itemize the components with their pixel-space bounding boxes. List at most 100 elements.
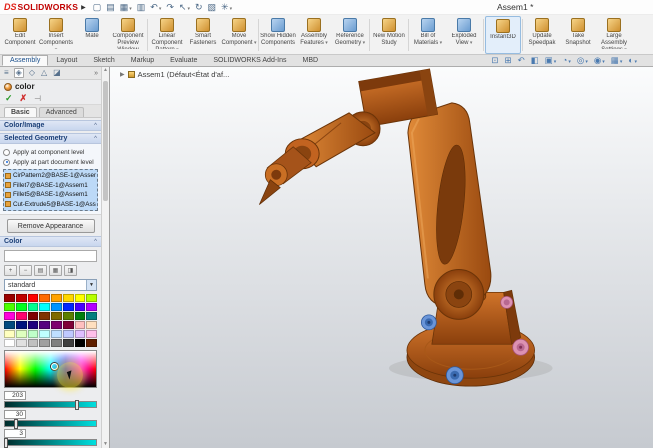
new-icon[interactable]: ▢ — [93, 3, 102, 12]
tab-markup[interactable]: Markup — [123, 55, 162, 66]
geometry-list-item[interactable]: CirPattern2@BASE-1@Assem1 — [5, 171, 96, 181]
slider-value[interactable]: 30 — [4, 410, 26, 419]
color-swatch[interactable] — [51, 339, 62, 347]
color-swatch[interactable] — [51, 330, 62, 338]
display-style-icon[interactable]: ◔▾ — [562, 56, 571, 65]
options-icon[interactable]: ✳▾ — [221, 3, 232, 12]
delete-favorite-button[interactable]: − — [19, 265, 32, 276]
tab-mbd[interactable]: MBD — [295, 55, 327, 66]
color-swatch[interactable] — [28, 321, 39, 329]
remove-appearance-button[interactable]: Remove Appearance — [7, 219, 95, 233]
panel-scrollbar[interactable]: ▲ ▼ — [101, 67, 109, 448]
color-swatch[interactable] — [63, 303, 74, 311]
featuremanager-tree-tab[interactable]: ≡ — [3, 69, 10, 77]
configurationmanager-tab[interactable]: ◇ — [28, 69, 36, 77]
undo-icon[interactable]: ↶▾ — [150, 3, 161, 12]
color-swatch[interactable] — [63, 330, 74, 338]
update-speedpak-button[interactable]: Update Speedpak — [524, 16, 560, 54]
exploded-view-button[interactable]: Exploded View ▾ — [446, 16, 482, 54]
add-favorite-button[interactable]: + — [4, 265, 17, 276]
color-swatch[interactable] — [16, 312, 27, 320]
mate-button[interactable]: Mate — [74, 16, 110, 54]
section-selected-geometry[interactable]: Selected Geometry ^ — [0, 133, 101, 144]
tab-advanced[interactable]: Advanced — [39, 107, 84, 117]
rebuild-icon[interactable]: ↻ — [195, 3, 203, 12]
more-tabs-arrow-icon[interactable]: » — [94, 70, 98, 77]
move-component-button[interactable]: Move Component ▾ — [221, 16, 257, 54]
color-swatch[interactable] — [4, 312, 15, 320]
color-swatch[interactable] — [16, 321, 27, 329]
pin-button[interactable]: ⊣ — [34, 94, 41, 103]
open-icon[interactable]: ▤ — [106, 3, 115, 12]
expand-tree-arrow-icon[interactable]: ▶ — [120, 71, 125, 78]
color-swatch[interactable] — [75, 303, 86, 311]
tab-layout[interactable]: Layout — [48, 55, 85, 66]
section-view-icon[interactable]: ◧ — [531, 56, 539, 65]
color-swatch[interactable] — [39, 294, 50, 302]
reference-geometry-button[interactable]: Reference Geometry ▾ — [332, 16, 368, 54]
slider-track[interactable] — [4, 420, 97, 427]
select-icon[interactable]: ↖▾ — [179, 3, 190, 12]
print-icon[interactable]: ▥ — [137, 3, 146, 12]
color-swatch[interactable] — [28, 303, 39, 311]
tab-solidworks-add-ins[interactable]: SOLIDWORKS Add-Ins — [205, 55, 294, 66]
slider-value[interactable]: 203 — [4, 391, 26, 400]
scrollbar-thumb[interactable] — [103, 81, 108, 201]
assembly-tree-label[interactable]: Assem1 (Défaut<État d'af... — [138, 70, 230, 79]
color-swatch[interactable] — [39, 303, 50, 311]
color-swatch[interactable] — [4, 321, 15, 329]
color-swatch[interactable] — [86, 339, 97, 347]
color-swatch[interactable] — [16, 294, 27, 302]
geometry-list-item[interactable]: Fillet7@BASE-1@Assem1 — [5, 181, 96, 191]
graphics-area[interactable]: ▶ Assem1 (Défaut<État d'af... — [110, 67, 653, 448]
color-swatch[interactable] — [51, 294, 62, 302]
scroll-up-arrow-icon[interactable]: ▲ — [102, 67, 109, 74]
color-swatch[interactable] — [4, 303, 15, 311]
menu-expand-arrow-icon[interactable]: ▶ — [81, 4, 86, 11]
section-color-image[interactable]: Color/Image ^ — [0, 120, 101, 131]
section-color[interactable]: Color ^ — [0, 236, 101, 247]
color-swatch[interactable] — [75, 330, 86, 338]
slider-thumb[interactable] — [4, 438, 8, 448]
color-swatch[interactable] — [86, 303, 97, 311]
color-swatch[interactable] — [4, 294, 15, 302]
previous-view-icon[interactable]: ↶ — [518, 56, 525, 65]
linear-component-pattern-button[interactable]: Linear Component Pattern ▾ — [149, 16, 185, 54]
color-swatch[interactable] — [4, 330, 15, 338]
slider-thumb[interactable] — [14, 419, 18, 429]
view-orientation-icon[interactable]: ▣▾ — [545, 56, 557, 65]
geometry-list-item[interactable]: Cut-Extrude5@BASE-1@Assem1 — [5, 200, 96, 210]
swatch-set-dropdown[interactable]: standard ▼ — [4, 279, 97, 291]
color-swatch[interactable] — [51, 312, 62, 320]
tab-basic[interactable]: Basic — [4, 107, 37, 117]
save-icon[interactable]: ▦▾ — [120, 3, 132, 12]
large-assembly-settings-button[interactable]: Large Assembly Settings ▾ — [596, 16, 632, 54]
color-swatch[interactable] — [16, 303, 27, 311]
color-swatch[interactable] — [4, 339, 15, 347]
color-swatch[interactable] — [28, 330, 39, 338]
bolt-pink-2[interactable] — [501, 296, 513, 308]
color-swatch[interactable] — [86, 312, 97, 320]
selected-geometry-list[interactable]: CirPattern2@BASE-1@Assem1Fillet7@BASE-1@… — [3, 169, 98, 211]
new-motion-study-button[interactable]: New Motion Study — [371, 16, 407, 54]
feature-tree-flyout[interactable]: ▶ Assem1 (Défaut<État d'af... — [120, 70, 229, 79]
show-hidden-components-button[interactable]: Show Hidden Components — [260, 16, 296, 54]
color-swatch[interactable] — [86, 321, 97, 329]
tab-assembly[interactable]: Assembly — [2, 55, 48, 66]
view-settings-icon[interactable]: ◐▾ — [628, 56, 637, 65]
slider-value[interactable]: 3 — [4, 429, 26, 438]
smart-fasteners-button[interactable]: Smart Fasteners — [185, 16, 221, 54]
color-swatch[interactable] — [75, 312, 86, 320]
edit-component-button[interactable]: Edit Component — [2, 16, 38, 54]
take-snapshot-button[interactable]: Take Snapshot — [560, 16, 596, 54]
instant3d-button[interactable]: Instant3D — [485, 16, 521, 54]
color-swatch[interactable] — [51, 321, 62, 329]
collapse-chevron-icon[interactable]: ^ — [94, 239, 97, 245]
geometry-list-item[interactable]: Fillet5@BASE-1@Assem1 — [5, 190, 96, 200]
color-swatch[interactable] — [39, 312, 50, 320]
radio-apply-part-document-level[interactable]: Apply at part document level — [3, 157, 98, 167]
slider-track[interactable] — [4, 401, 97, 408]
scroll-down-arrow-icon[interactable]: ▼ — [102, 441, 109, 448]
color-swatch[interactable] — [39, 339, 50, 347]
color-swatch[interactable] — [86, 330, 97, 338]
